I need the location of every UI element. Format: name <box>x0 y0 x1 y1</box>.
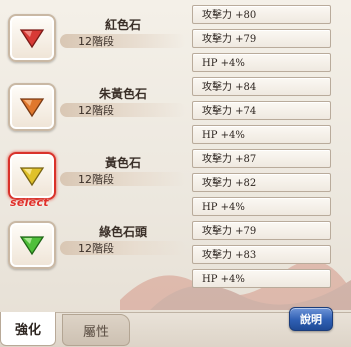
stat-row: 攻擊力 +74 <box>192 101 331 120</box>
stat-row: 攻擊力 +84 <box>192 77 331 96</box>
select-label: select <box>10 196 49 209</box>
gem-slot[interactable] <box>8 221 56 269</box>
gem-name: 綠色石頭 <box>98 225 147 239</box>
gem-name: 朱黃色石 <box>98 87 147 101</box>
gem-stage: 12階段 <box>78 173 114 186</box>
red-gem-icon <box>19 27 45 49</box>
stat-row: 攻擊力 +82 <box>192 173 331 192</box>
gem-stage: 12階段 <box>78 104 114 117</box>
tab-enhance[interactable]: 強化 <box>0 312 56 346</box>
gem-row-yellow[interactable]: select 黃色石 12階段 <box>4 146 186 220</box>
gem-slot[interactable] <box>8 14 56 62</box>
stat-row: HP +4% <box>192 53 331 72</box>
gem-row-green[interactable]: 綠色石頭 12階段 <box>4 215 186 289</box>
tab-attribute[interactable]: 屬性 <box>62 314 130 346</box>
stat-row: 攻擊力 +79 <box>192 221 331 240</box>
gem-stage: 12階段 <box>78 35 114 48</box>
yellow-gem-icon <box>19 165 45 187</box>
stat-row: HP +4% <box>192 197 331 216</box>
gem-stage: 12階段 <box>78 242 114 255</box>
stat-row: 攻擊力 +80 <box>192 5 331 24</box>
gem-slot[interactable] <box>8 83 56 131</box>
gem-row-orange[interactable]: 朱黃色石 12階段 <box>4 77 186 151</box>
stat-row: 攻擊力 +83 <box>192 245 331 264</box>
gem-enhance-panel: 紅色石 12階段 朱黃色石 12階段 select 黃色石 12階段 綠色石頭 … <box>0 0 351 347</box>
stat-row: 攻擊力 +87 <box>192 149 331 168</box>
stat-row: HP +4% <box>192 125 331 144</box>
gem-name: 黃色石 <box>104 156 141 170</box>
gem-slot-selected[interactable] <box>8 152 56 200</box>
help-button[interactable]: 說明 <box>289 307 333 331</box>
stat-row: HP +4% <box>192 269 331 288</box>
orange-gem-icon <box>19 96 45 118</box>
green-gem-icon <box>19 234 45 256</box>
gem-name: 紅色石 <box>104 18 141 32</box>
stat-row: 攻擊力 +79 <box>192 29 331 48</box>
gem-row-red[interactable]: 紅色石 12階段 <box>4 8 186 82</box>
